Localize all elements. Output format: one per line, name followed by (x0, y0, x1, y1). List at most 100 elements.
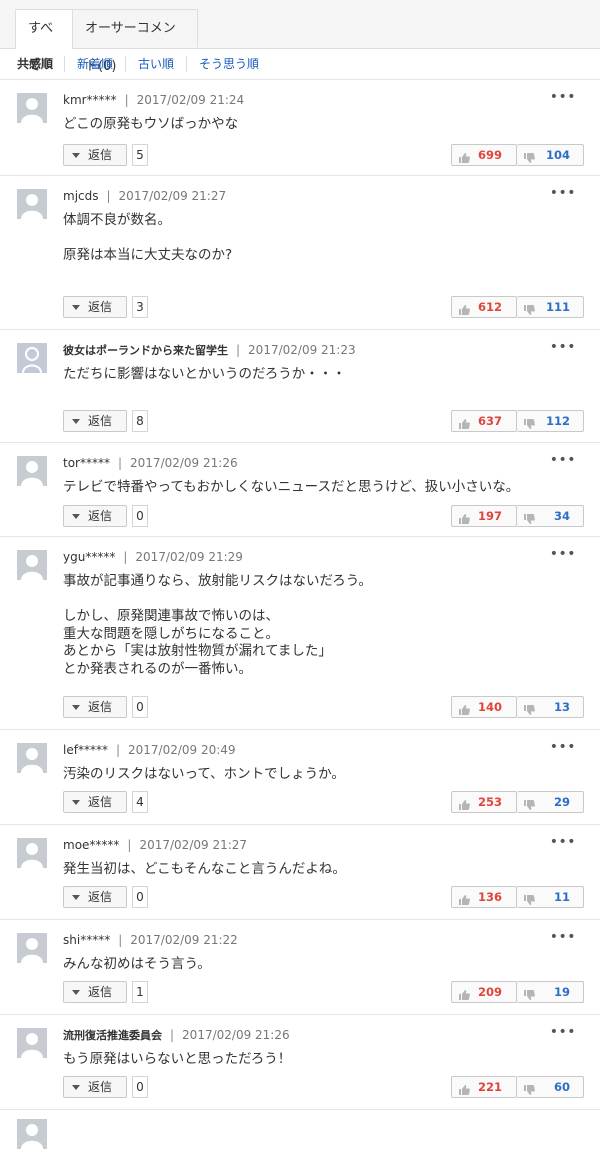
dislike-button[interactable]: 29 (517, 791, 584, 813)
dislike-button[interactable]: 11 (517, 886, 584, 908)
comment-username[interactable]: moe***** (63, 838, 119, 852)
thumbs-down-icon (523, 510, 535, 524)
like-button[interactable]: 253 (451, 791, 517, 813)
avatar[interactable] (17, 838, 47, 868)
like-count: 221 (477, 1080, 502, 1094)
dislike-count: 111 (545, 300, 570, 314)
avatar[interactable] (17, 933, 47, 963)
like-button[interactable]: 136 (451, 886, 517, 908)
comment-username[interactable]: 彼女はポーランドから来た留学生 (63, 344, 228, 357)
more-options-icon[interactable]: ••• (550, 339, 576, 355)
tab-all[interactable]: すべて (15, 9, 73, 74)
more-options-icon[interactable]: ••• (550, 89, 576, 105)
meta-separator: | (123, 550, 128, 564)
like-button[interactable]: 140 (451, 696, 517, 718)
more-options-icon[interactable]: ••• (550, 739, 576, 755)
sort-bar: 共感順 新着順 古い順 そう思う順 (0, 49, 600, 80)
avatar[interactable] (17, 550, 47, 580)
dislike-button[interactable]: 60 (517, 1076, 584, 1098)
dislike-count: 19 (553, 985, 570, 999)
sort-agree[interactable]: そう思う順 (187, 49, 271, 79)
avatar[interactable] (17, 189, 47, 219)
thumbs-down-icon (523, 149, 535, 163)
comment-item: tor***** | 2017/02/09 21:26 ••• テレビで特番やってもおか… (0, 443, 600, 537)
more-options-icon[interactable]: ••• (550, 1024, 576, 1040)
more-options-icon[interactable]: ••• (550, 929, 576, 945)
avatar[interactable] (17, 456, 47, 486)
reply-label: 返信 (88, 1080, 113, 1094)
like-button[interactable]: 221 (451, 1076, 517, 1098)
comment-text: もう原発はいらないと思っただろう！ (63, 1051, 292, 1067)
like-count: 140 (477, 700, 502, 714)
more-options-icon[interactable]: ••• (550, 185, 576, 201)
reply-button[interactable]: 返信 (63, 886, 127, 908)
reply-button[interactable]: 返信 (63, 505, 127, 527)
like-button[interactable]: 197 (451, 505, 517, 527)
dislike-button[interactable]: 13 (517, 696, 584, 718)
thumbs-up-icon (458, 986, 470, 1000)
reply-button[interactable]: 返信 (63, 791, 127, 813)
comment-meta: 彼女はポーランドから来た留学生 | 2017/02/09 21:23 (63, 341, 356, 360)
meta-separator: | (118, 933, 123, 947)
reply-button[interactable]: 返信 (63, 1076, 127, 1098)
dislike-button[interactable]: 19 (517, 981, 584, 1003)
comment-date: 2017/02/09 21:24 (136, 93, 245, 107)
reply-button[interactable]: 返信 (63, 696, 127, 718)
dislike-button[interactable]: 34 (517, 505, 584, 527)
comment-username[interactable]: tor***** (63, 456, 110, 470)
comment-date: 2017/02/09 21:26 (130, 456, 238, 470)
comment-username[interactable]: 流刑復活推進委員会 (63, 1029, 162, 1042)
dislike-count: 34 (553, 509, 570, 523)
reply-count: 1 (132, 981, 148, 1003)
sort-oldest[interactable]: 古い順 (126, 49, 186, 79)
meta-separator: | (236, 343, 241, 357)
comment-username[interactable]: kmr***** (63, 93, 117, 107)
dislike-count: 13 (553, 700, 570, 714)
reply-button[interactable]: 返信 (63, 144, 127, 166)
reply-count: 0 (132, 505, 148, 527)
like-count: 253 (477, 795, 502, 809)
sort-newest[interactable]: 新着順 (65, 49, 125, 79)
thumbs-up-icon (458, 149, 470, 163)
dislike-button[interactable]: 104 (517, 144, 584, 166)
avatar[interactable] (17, 343, 47, 373)
reply-button[interactable]: 返信 (63, 296, 127, 318)
like-count: 197 (477, 509, 502, 523)
avatar[interactable] (17, 93, 47, 123)
reply-label: 返信 (88, 300, 113, 314)
thumbs-up-icon (458, 415, 470, 429)
comment-username[interactable]: ygu***** (63, 550, 115, 564)
like-button[interactable]: 209 (451, 981, 517, 1003)
reply-button[interactable]: 返信 (63, 410, 127, 432)
thumbs-down-icon (523, 301, 535, 315)
avatar[interactable] (17, 1119, 47, 1149)
like-button[interactable]: 612 (451, 296, 517, 318)
tab-author-comments[interactable]: オーサーコメント(0) (72, 9, 198, 74)
dislike-button[interactable]: 112 (517, 410, 584, 432)
thumbs-down-icon (523, 415, 535, 429)
comment-meta: ygu***** | 2017/02/09 21:29 (63, 548, 243, 566)
comment-text: みんな初めはそう言う。 (63, 956, 211, 972)
dislike-button[interactable]: 111 (517, 296, 584, 318)
comment-username[interactable]: shi***** (63, 933, 110, 947)
reply-button[interactable]: 返信 (63, 981, 127, 1003)
avatar[interactable] (17, 1028, 47, 1058)
like-count: 136 (477, 890, 502, 904)
like-button[interactable]: 637 (451, 410, 517, 432)
comment-date: 2017/02/09 21:23 (248, 343, 356, 357)
meta-separator: | (117, 456, 123, 470)
more-options-icon[interactable]: ••• (550, 834, 576, 850)
dislike-count: 29 (553, 795, 570, 809)
avatar[interactable] (17, 743, 47, 773)
comment-username[interactable]: lef***** (63, 743, 108, 757)
like-button[interactable]: 699 (451, 144, 517, 166)
dislike-count: 112 (545, 414, 570, 428)
meta-separator: | (170, 1028, 175, 1042)
sort-empathy[interactable]: 共感順 (5, 49, 65, 79)
more-options-icon[interactable]: ••• (550, 452, 576, 468)
reply-label: 返信 (88, 890, 113, 904)
comment-username[interactable]: mjcds (63, 189, 99, 203)
more-options-icon[interactable]: ••• (550, 546, 576, 562)
comment-item: shi***** | 2017/02/09 21:22 ••• みんな初めはそう言う。返… (0, 920, 600, 1015)
thumbs-up-icon (458, 1081, 470, 1095)
